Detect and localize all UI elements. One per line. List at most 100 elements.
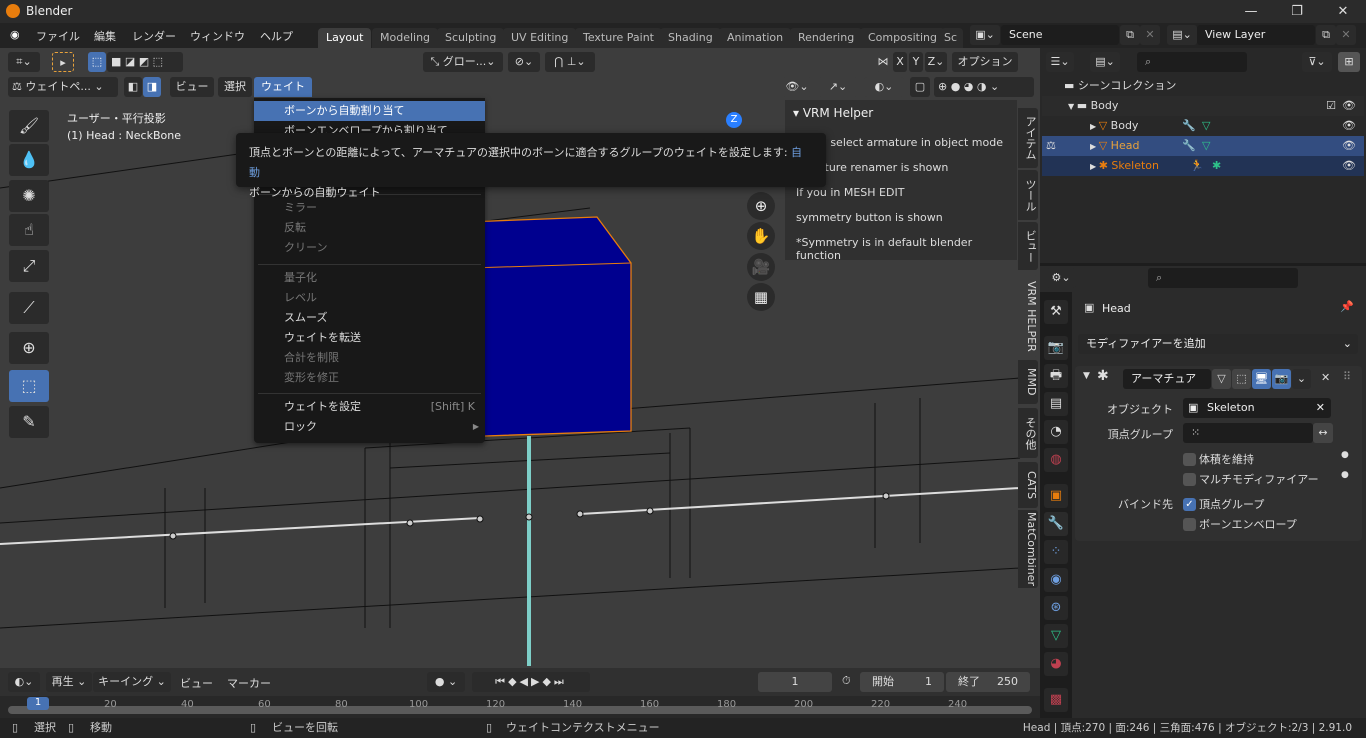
checkbox-icon[interactable]: ☑ — [1326, 96, 1336, 116]
playhead[interactable]: 1 — [27, 697, 49, 710]
outliner-scene-collection[interactable]: ▬ シーンコレクション — [1042, 76, 1364, 96]
armature-object-field[interactable]: ▣ Skeleton ✕ — [1183, 398, 1331, 418]
tab-layout[interactable]: Layout — [318, 28, 372, 48]
eye-icon[interactable]: 👁 — [1342, 136, 1356, 156]
menu-view[interactable]: ビュー — [170, 77, 214, 97]
tab-compositing[interactable]: Compositing — [860, 28, 945, 48]
gizmo-icon[interactable]: ↗⌄ — [818, 77, 858, 97]
menu-item-lock[interactable]: ロック ▶ — [254, 417, 485, 437]
tool-tab-icon[interactable]: ⚒ — [1044, 300, 1068, 324]
scene-selector-icon[interactable]: ▣⌄ — [970, 25, 1000, 45]
preserve-volume-checkbox[interactable] — [1183, 453, 1196, 466]
select-mode-options-icon[interactable]: ■ ◪ ◩ ⬚ — [107, 52, 183, 72]
multi-modifier-checkbox[interactable] — [1183, 473, 1196, 486]
side-tab-vrm-helper[interactable]: VRM HELPER — [1018, 275, 1038, 357]
clear-icon[interactable]: ✕ — [1316, 398, 1325, 418]
side-tab-mmd[interactable]: MMD — [1018, 360, 1038, 404]
collapse-icon[interactable]: ▼ — [1083, 371, 1090, 381]
menu-select[interactable]: 選択 — [218, 77, 252, 97]
cage-toggle-icon[interactable]: ⬚ — [1232, 369, 1251, 389]
gradient-icon[interactable]: ⤢ — [9, 250, 49, 282]
select-mode-new-icon[interactable]: ⬚ — [88, 52, 106, 72]
menu-item-smooth[interactable]: スムーズ — [254, 308, 485, 328]
remove-view-layer-icon[interactable]: ✕ — [1336, 25, 1356, 45]
new-scene-icon[interactable]: ⧉ — [1120, 25, 1140, 45]
menu-item-fix-deforms[interactable]: 変形を修正 — [254, 368, 485, 388]
pin-icon[interactable]: 📌 — [1340, 300, 1354, 313]
menu-timeline-view[interactable]: ビュー — [180, 675, 213, 691]
eye-icon[interactable]: 👁 — [1342, 156, 1356, 176]
minimize-button[interactable]: — — [1228, 0, 1274, 23]
mode-dropdown[interactable]: ⚖ ウェイトペ... ⌄ — [8, 77, 118, 97]
properties-search-input[interactable]: ⌕ — [1148, 268, 1298, 288]
side-tab-item[interactable]: アイテム — [1018, 108, 1038, 168]
average-brush-icon[interactable]: ✺ — [9, 180, 49, 212]
modifier-name-field[interactable]: アーマチュア — [1123, 369, 1211, 389]
editor-type-clock-icon[interactable]: ◐⌄ — [8, 672, 40, 692]
tab-modeling[interactable]: Modeling — [372, 28, 439, 48]
tab-animation[interactable]: Animation — [719, 28, 792, 48]
menu-marker[interactable]: マーカー — [227, 675, 271, 691]
tab-shading[interactable]: Shading — [660, 28, 721, 48]
blur-brush-icon[interactable]: 💧 — [9, 144, 49, 176]
editor-type-icon[interactable]: ⚙⌄ — [1046, 268, 1076, 288]
mirror-x-button[interactable]: X — [893, 52, 907, 72]
transform-orientation-dropdown[interactable]: ⤡ グロー...⌄ — [423, 52, 503, 72]
menu-item-assign-automatic[interactable]: ボーンから自動割り当て — [254, 101, 485, 121]
menu-item-levels[interactable]: レベル — [254, 288, 485, 308]
visibility-icon[interactable]: 👁⌄ — [782, 77, 812, 97]
menu-item-invert[interactable]: 反転 — [254, 218, 485, 238]
side-tab-tool[interactable]: ツール — [1018, 170, 1038, 220]
menu-render[interactable]: レンダー — [132, 28, 176, 44]
camera-icon[interactable]: 🎥 — [747, 253, 775, 281]
view-layer-field[interactable]: View Layer — [1197, 25, 1315, 45]
particles-tab-icon[interactable]: ⁘ — [1044, 540, 1068, 564]
draw-brush-icon[interactable]: 🖌 — [9, 110, 49, 142]
select-tool-icon[interactable]: ▸ — [52, 52, 74, 72]
menu-edit[interactable]: 編集 — [94, 28, 116, 44]
render-toggle-icon[interactable]: 📷 — [1272, 369, 1291, 389]
material-tab-icon[interactable]: ◕ — [1044, 652, 1068, 676]
scene-tab-icon[interactable]: ◔ — [1044, 420, 1068, 444]
end-frame-field[interactable]: 終了 250 — [946, 672, 1030, 692]
world-tab-icon[interactable]: ◍ — [1044, 448, 1068, 472]
scene-name-field[interactable]: Scene — [1001, 25, 1119, 45]
close-button[interactable]: ✕ — [1320, 0, 1366, 23]
menu-file[interactable]: ファイル — [36, 28, 80, 44]
outliner-search-input[interactable]: ⌕ — [1137, 52, 1247, 72]
vrm-helper-header[interactable]: ▾ VRM Helper — [785, 100, 1017, 126]
remove-scene-icon[interactable]: ✕ — [1140, 25, 1160, 45]
snap-icon[interactable]: ⋂ ⊥⌄ — [545, 52, 595, 72]
constraints-tab-icon[interactable]: ⊛ — [1044, 596, 1068, 620]
edit-mode-toggle-icon[interactable]: ▽ — [1212, 369, 1231, 389]
bind-envelopes-checkbox[interactable] — [1183, 518, 1196, 531]
new-collection-icon[interactable]: ⊞ — [1338, 52, 1360, 72]
filter-icon[interactable]: ⊽⌄ — [1302, 52, 1332, 72]
drag-handle-icon[interactable]: ⠿ — [1343, 370, 1351, 383]
outliner-object-skeleton[interactable]: ▶ ✱ Skeleton 🏃 ✱ 👁 — [1042, 156, 1364, 176]
playback-controls[interactable]: ⏮◆◀▶◆⏭ — [472, 672, 590, 692]
side-tab-view[interactable]: ビュー — [1018, 222, 1038, 270]
eye-icon[interactable]: 👁 — [1342, 116, 1356, 136]
sample-weight-icon[interactable]: ⟋ — [9, 292, 49, 324]
side-tab-matcombiner[interactable]: MatCombiner — [1018, 510, 1038, 588]
start-frame-field[interactable]: 開始 1 — [860, 672, 944, 692]
overlay-icon[interactable]: ◐⌄ — [864, 77, 904, 97]
select-box-icon[interactable]: ⬚ — [9, 370, 49, 402]
pan-hand-icon[interactable]: ✋ — [747, 222, 775, 250]
shading-mode-icons[interactable]: ⊕ ● ◕ ◑ ⌄ — [934, 77, 1034, 97]
viewport-toggle-icon[interactable]: 🖥 — [1252, 369, 1271, 389]
vertex-select-icon[interactable]: ◨ — [143, 77, 161, 97]
side-tab-cats[interactable]: CATS — [1018, 462, 1038, 508]
xray-icon[interactable]: ▢ — [910, 77, 930, 97]
gizmo-z-axis[interactable]: Z — [726, 112, 742, 128]
annotate-icon[interactable]: ✎ — [9, 406, 49, 438]
blender-menu-icon[interactable]: ◉ — [10, 28, 20, 41]
smear-brush-icon[interactable]: ☝ — [9, 214, 49, 246]
keyframe-dot-icon[interactable]: ● — [1341, 470, 1349, 480]
paint-mask-icon[interactable]: ◧ — [124, 77, 142, 97]
menu-window[interactable]: ウィンドウ — [190, 28, 245, 44]
current-frame-field[interactable]: 1 — [758, 672, 832, 692]
auto-keying-icon[interactable]: ● ⌄ — [427, 672, 465, 692]
data-tab-icon[interactable]: ▽ — [1044, 624, 1068, 648]
